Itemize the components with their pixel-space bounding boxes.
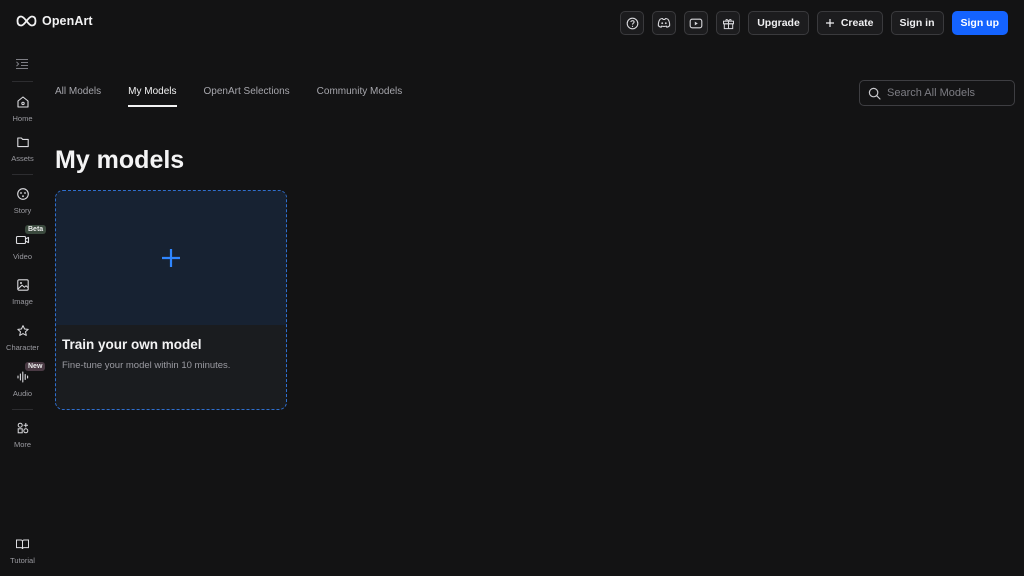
top-bar: OpenArt Upgrade Create Sign in Sign up [0, 0, 1024, 46]
home-icon [16, 96, 29, 108]
sidebar-item-label: Video [12, 252, 33, 261]
sign-up-button[interactable]: Sign up [951, 11, 1008, 35]
sidebar-toggle-button[interactable] [15, 57, 29, 75]
book-icon [16, 539, 29, 550]
train-model-card[interactable]: Train your own model Fine-tune your mode… [55, 190, 287, 410]
sidebar-item-label: Assets [11, 154, 34, 163]
model-tabs: All Models My Models OpenArt Selections … [55, 86, 429, 107]
card-body: Train your own model Fine-tune your mode… [56, 325, 286, 383]
search-box[interactable] [859, 80, 1015, 106]
sign-up-label: Sign up [960, 17, 1000, 29]
upgrade-button[interactable]: Upgrade [748, 11, 809, 35]
sidebar-item-character[interactable]: Character [0, 324, 45, 352]
story-icon [16, 188, 29, 200]
infinity-logo-icon [16, 15, 37, 27]
gift-icon [722, 18, 734, 29]
tab-all-models[interactable]: All Models [55, 86, 101, 107]
upgrade-label: Upgrade [757, 17, 800, 29]
gift-button[interactable] [716, 11, 741, 35]
discord-icon [658, 17, 671, 28]
more-icon [17, 422, 28, 434]
logo[interactable]: OpenArt [16, 14, 93, 28]
sidebar-item-assets[interactable]: Assets [0, 135, 45, 163]
help-icon [626, 17, 639, 29]
sidebar-item-story[interactable]: Story [0, 187, 45, 215]
sidebar-item-label: More [13, 440, 32, 449]
sidebar-item-label: Image [12, 297, 33, 306]
sign-in-label: Sign in [899, 17, 935, 29]
folder-icon [16, 137, 29, 148]
sidebar-item-label: Audio [12, 389, 33, 398]
search-icon [868, 87, 881, 100]
sidebar-item-tutorial[interactable]: Tutorial [0, 537, 45, 565]
card-thumbnail [56, 191, 286, 325]
sidebar: Home Assets Story Beta Video Image New C… [0, 46, 47, 576]
discord-button[interactable] [652, 11, 677, 35]
sidebar-item-label: Character [6, 343, 39, 352]
divider [12, 409, 33, 410]
sidebar-item-video[interactable]: Video [0, 233, 45, 261]
tab-community-models[interactable]: Community Models [317, 86, 403, 107]
sign-in-button[interactable]: Sign in [890, 11, 944, 35]
page-title: My models [55, 146, 185, 174]
tab-my-models[interactable]: My Models [128, 86, 177, 107]
expand-sidebar-icon [16, 59, 28, 69]
sidebar-item-more[interactable]: More [0, 421, 45, 449]
divider [12, 81, 33, 82]
image-icon [16, 279, 29, 291]
sidebar-item-label: Home [12, 114, 33, 123]
create-label: Create [840, 17, 874, 29]
sidebar-item-label: Tutorial [10, 556, 35, 565]
youtube-icon [689, 18, 703, 28]
plus-icon [162, 249, 180, 267]
youtube-button[interactable] [684, 11, 709, 35]
logo-text: OpenArt [42, 14, 93, 28]
video-icon [15, 235, 30, 245]
divider [12, 174, 33, 175]
audio-icon [16, 371, 28, 383]
sidebar-item-home[interactable]: Home [0, 95, 45, 123]
help-button[interactable] [620, 11, 645, 35]
sidebar-item-label: Story [13, 206, 32, 215]
sidebar-item-audio[interactable]: Audio [0, 370, 45, 398]
sidebar-item-image[interactable]: Image [0, 278, 45, 306]
card-title: Train your own model [62, 337, 202, 352]
card-description: Fine-tune your model within 10 minutes. [62, 360, 231, 371]
search-input[interactable] [887, 87, 1007, 99]
character-icon [16, 325, 29, 336]
tab-openart-selections[interactable]: OpenArt Selections [204, 86, 290, 107]
create-button[interactable]: Create [816, 11, 883, 35]
plus-icon [825, 19, 834, 27]
